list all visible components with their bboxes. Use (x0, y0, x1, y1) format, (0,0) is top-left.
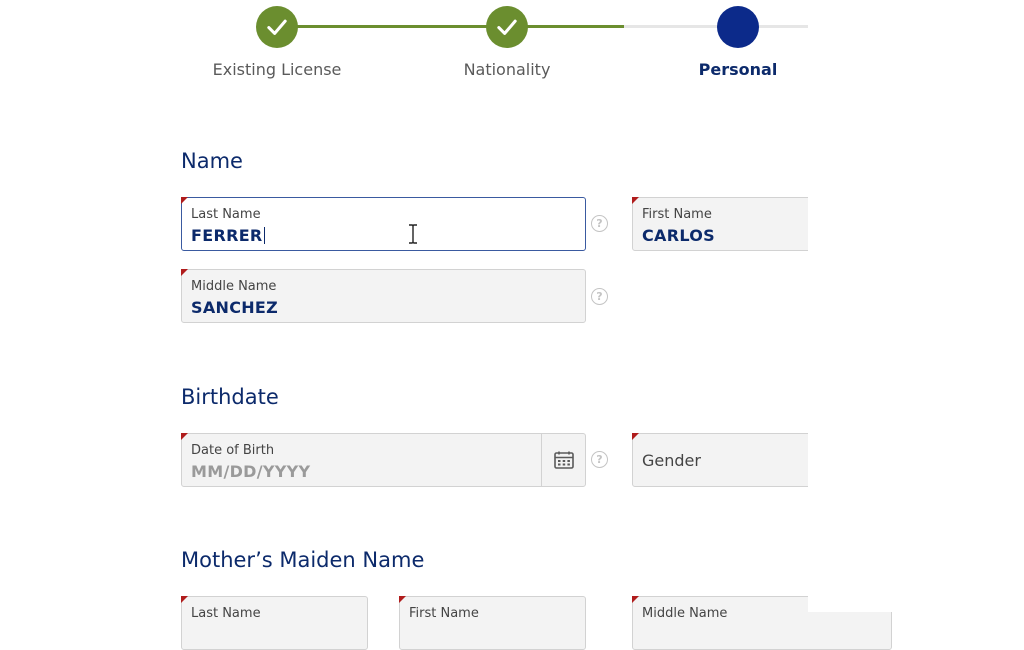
mother-last-name-label: Last Name (191, 606, 261, 621)
gender-placeholder: Gender (642, 451, 701, 470)
last-name-text: FERRER (191, 226, 263, 245)
check-icon (267, 19, 287, 35)
first-name-label: First Name (642, 207, 712, 222)
date-of-birth-label: Date of Birth (191, 443, 275, 458)
section-title-birthdate: Birthdate (181, 385, 279, 409)
required-marker (399, 596, 406, 603)
mother-first-name-label: First Name (409, 606, 479, 621)
viewport-edge-mask (808, 0, 1024, 612)
middle-name-label: Middle Name (191, 279, 277, 294)
help-icon[interactable]: ? (591, 451, 608, 468)
mother-middle-name-label: Middle Name (642, 606, 728, 621)
section-title-name: Name (181, 149, 243, 173)
last-name-value: FERRER (191, 226, 265, 245)
required-marker (632, 596, 639, 603)
required-marker (181, 433, 188, 440)
step-3-active (717, 6, 759, 48)
last-name-label: Last Name (191, 207, 261, 222)
step-2-complete (486, 6, 528, 48)
date-of-birth-field[interactable]: Date of Birth MM/DD/YYYY (181, 433, 586, 487)
required-marker (181, 197, 188, 204)
calendar-icon (553, 451, 574, 469)
first-name-value: CARLOS (642, 226, 715, 245)
step-1-complete (256, 6, 298, 48)
help-icon[interactable]: ? (591, 215, 608, 232)
date-of-birth-placeholder: MM/DD/YYYY (191, 462, 311, 481)
middle-name-field[interactable]: Middle Name SANCHEZ (181, 269, 586, 323)
required-marker (181, 596, 188, 603)
step-label-nationality: Nationality (463, 60, 551, 79)
step-connector-3 (624, 25, 808, 28)
check-icon (497, 19, 517, 35)
help-icon[interactable]: ? (591, 288, 608, 305)
text-cursor-icon (409, 224, 417, 244)
middle-name-value: SANCHEZ (191, 298, 279, 317)
step-label-existing-license: Existing License (212, 60, 342, 79)
mother-first-name-field[interactable]: First Name (399, 596, 586, 650)
calendar-button[interactable] (541, 434, 585, 486)
text-caret (263, 227, 265, 244)
step-connector-1 (277, 25, 507, 28)
required-marker (181, 269, 188, 276)
last-name-field[interactable]: Last Name FERRER (181, 197, 586, 251)
required-marker (632, 197, 639, 204)
required-marker (632, 433, 639, 440)
section-title-mothers-maiden-name: Mother’s Maiden Name (181, 548, 425, 572)
mother-last-name-field[interactable]: Last Name (181, 596, 368, 650)
